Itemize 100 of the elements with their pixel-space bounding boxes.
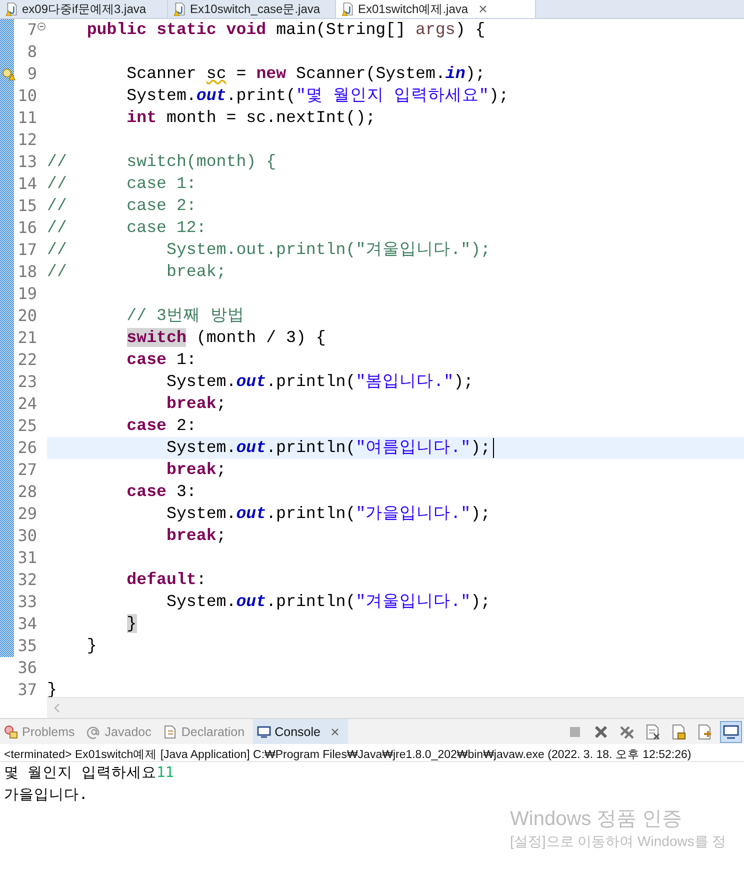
code-text: .println( xyxy=(266,504,356,523)
line-number: 22 xyxy=(16,349,37,371)
lock-page-icon xyxy=(671,724,687,740)
keyword: break xyxy=(166,460,216,479)
keyword: static xyxy=(156,20,216,39)
code-text: .println( xyxy=(266,592,356,611)
keyword: case xyxy=(126,350,167,369)
code-text: Scanner(System. xyxy=(296,64,446,83)
code-text: Scanner xyxy=(126,64,196,83)
activation-message: [설정]으로 이동하여 Windows를 정 xyxy=(510,832,726,850)
close-icon xyxy=(593,724,609,740)
line-number: 20 xyxy=(16,305,37,327)
code-comment: // case 2: xyxy=(47,196,196,215)
code-comment: // case 12: xyxy=(47,218,206,237)
line-number: 33 xyxy=(16,591,37,613)
field-name: out xyxy=(236,438,266,457)
monitor-icon xyxy=(256,724,271,738)
view-tab[interactable]: Console xyxy=(252,719,348,744)
warning-bulb-icon[interactable] xyxy=(2,67,16,81)
code-text: .println( xyxy=(266,372,356,391)
warning-variable: sc xyxy=(206,64,226,83)
code-text: System. xyxy=(166,504,236,523)
output-text: 몇 월인지 입력하세요 xyxy=(4,765,156,781)
pin-page-icon xyxy=(697,724,713,740)
line-number: 10 xyxy=(16,85,37,107)
code-text: main(String[] xyxy=(276,20,406,39)
code-text: System. xyxy=(126,86,196,105)
code-text: : xyxy=(196,570,206,589)
code-comment: // System.out.println("겨울입니다."); xyxy=(47,240,490,259)
code-text: 2: xyxy=(176,416,196,435)
code-text: ); xyxy=(488,86,509,105)
editor-tab[interactable]: Ex01switch예제.java xyxy=(336,0,536,18)
string-literal: "겨울입니다." xyxy=(356,592,471,611)
output-text: 가을입니다. xyxy=(4,787,88,803)
highlighted-keyword: switch xyxy=(126,328,186,347)
collapse-icon[interactable] xyxy=(37,22,46,31)
line-number: 34 xyxy=(16,613,37,635)
clear-page-icon xyxy=(645,724,661,740)
horizontal-scrollbar[interactable] xyxy=(47,697,744,718)
line-number: 21 xyxy=(16,327,37,349)
field-name: out xyxy=(236,504,266,523)
line-number: 37 xyxy=(16,679,37,697)
field-name: out xyxy=(196,86,226,105)
line-number: 16 xyxy=(16,217,37,239)
line-number: 26 xyxy=(16,437,37,459)
code-comment: // 3번째 방법 xyxy=(126,306,244,325)
field-name: out xyxy=(236,592,266,611)
code-text: .print( xyxy=(226,86,296,105)
line-number: 9 xyxy=(26,63,37,85)
line-number: 32 xyxy=(16,569,37,591)
line-number: 19 xyxy=(16,283,37,305)
close-icon[interactable] xyxy=(478,4,488,14)
code-text: ; xyxy=(216,394,226,413)
code-text: System. xyxy=(166,438,236,457)
string-literal: "가을입니다." xyxy=(356,504,471,523)
keyword: default xyxy=(126,570,196,589)
line-number: 27 xyxy=(16,459,37,481)
parameter-name: args xyxy=(416,20,456,39)
code-text: (month / 3) { xyxy=(196,328,326,347)
display-button[interactable] xyxy=(720,720,742,742)
text-cursor xyxy=(492,438,494,458)
user-input-text: 11 xyxy=(156,765,174,781)
line-number: 8 xyxy=(26,41,37,63)
line-number: 29 xyxy=(16,503,37,525)
keyword: void xyxy=(226,20,266,39)
keyword: break xyxy=(166,394,216,413)
matching-bracket: } xyxy=(126,614,137,633)
string-literal: "여름입니다." xyxy=(356,438,471,457)
code-text: System. xyxy=(166,372,236,391)
editor-tab[interactable]: ex09다중if문예제3.java xyxy=(0,0,168,18)
keyword: public xyxy=(86,20,147,39)
field-name: in xyxy=(445,64,466,83)
code-text: ; xyxy=(216,526,226,545)
code-text: ; xyxy=(216,460,226,479)
code-text: 3: xyxy=(176,482,196,501)
code-text: .println( xyxy=(266,438,356,457)
line-number: 18 xyxy=(16,261,37,283)
line-number: 13 xyxy=(16,151,37,173)
keyword: int xyxy=(126,108,157,127)
string-literal: "봄입니다." xyxy=(356,372,454,391)
close-icon[interactable] xyxy=(330,726,340,736)
keyword: case xyxy=(126,416,167,435)
code-text: } xyxy=(86,636,97,655)
keyword: break xyxy=(166,526,216,545)
field-name: out xyxy=(236,372,266,391)
code-text: ); xyxy=(470,504,491,523)
code-text: ); xyxy=(470,592,491,611)
line-number: 15 xyxy=(16,195,37,217)
code-text: ); xyxy=(465,64,486,83)
at-sign-icon xyxy=(86,724,101,738)
problems-icon xyxy=(4,724,18,738)
monitor-icon xyxy=(723,724,739,740)
line-number: 30 xyxy=(16,525,37,547)
code-text: ) { xyxy=(455,20,486,39)
code-comment: // case 1: xyxy=(47,174,196,193)
code-text: ); xyxy=(454,372,474,391)
code-comment: // break; xyxy=(47,262,226,281)
process-info: <terminated> Ex01switch예제 [Java Application] C:₩Program Files₩Java₩jre1.8.0_202₩bin₩javaw.exe (2022. 3. 18. 오후 12:52:26) xyxy=(0,744,744,762)
line-number: 24 xyxy=(16,393,37,415)
line-number: 17 xyxy=(16,239,37,261)
